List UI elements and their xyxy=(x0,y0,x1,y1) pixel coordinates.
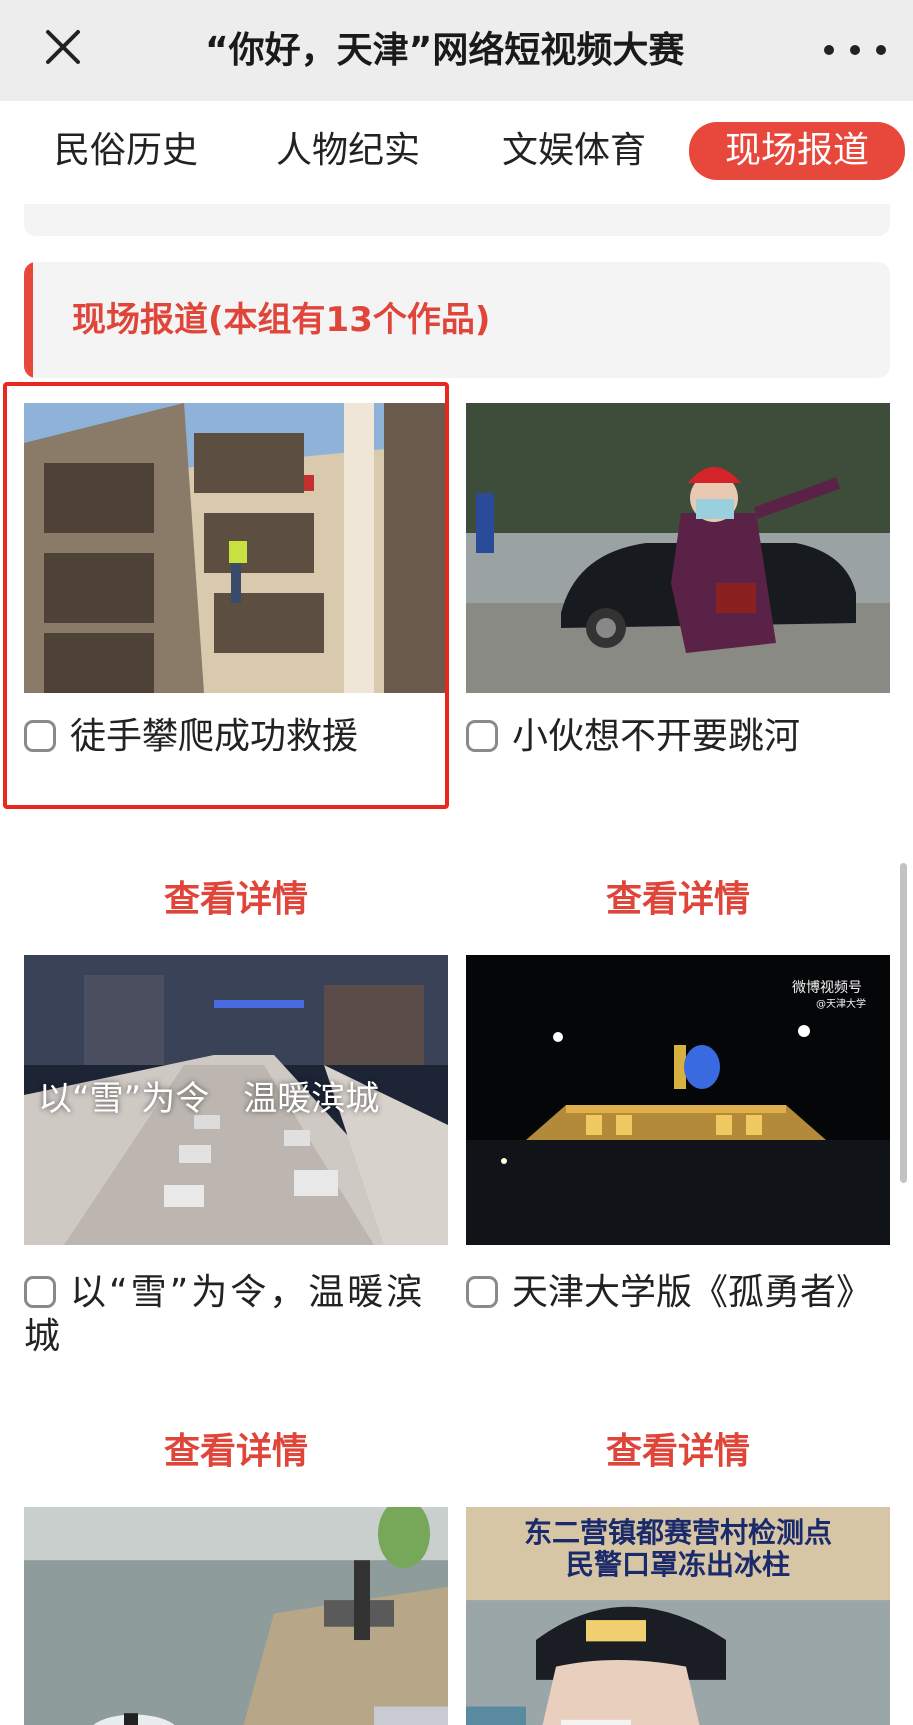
view-details-link[interactable]: 查看详情 xyxy=(466,870,890,922)
view-details-link[interactable]: 查看详情 xyxy=(24,1422,448,1474)
watermark-sub: @天津大学 xyxy=(816,999,866,1010)
video-title-text: 徒手攀爬成功救援 xyxy=(70,716,359,757)
video-title-text: 小伙想不开要跳河 xyxy=(512,716,801,757)
divider-band xyxy=(24,204,890,236)
video-title[interactable]: 小伙想不开要跳河 xyxy=(466,715,896,759)
tab-folk-history[interactable]: 民俗历史 xyxy=(54,123,198,179)
tab-entertainment-sports[interactable]: 文娱体育 xyxy=(502,123,646,179)
select-checkbox[interactable] xyxy=(24,1276,56,1308)
more-icon[interactable] xyxy=(824,40,886,60)
video-thumbnail[interactable] xyxy=(24,1507,448,1725)
close-icon[interactable] xyxy=(40,28,94,72)
video-title-text: 以“雪”为令，温暖滨城 xyxy=(24,1272,426,1357)
select-checkbox[interactable] xyxy=(466,720,498,752)
video-thumbnail[interactable] xyxy=(466,403,890,693)
video-title[interactable]: 天津大学版《孤勇者》 xyxy=(466,1271,896,1315)
more-dot xyxy=(824,45,834,55)
video-title-text: 天津大学版《孤勇者》 xyxy=(512,1272,873,1313)
video-thumbnail[interactable]: 微博视频号 @天津大学 xyxy=(466,955,890,1245)
section-accent-bar xyxy=(24,262,33,378)
video-thumbnail[interactable] xyxy=(24,403,448,693)
more-dot xyxy=(850,45,860,55)
scrollbar[interactable] xyxy=(900,863,907,1183)
watermark-logo: 微博视频号 xyxy=(792,980,862,996)
section-header: 现场报道(本组有13个作品) xyxy=(24,262,890,378)
thumbnail-overlay-text: 民警口罩冻出冰柱 xyxy=(565,1548,790,1581)
select-checkbox[interactable] xyxy=(466,1276,498,1308)
view-details-link[interactable]: 查看详情 xyxy=(466,1422,890,1474)
page-title: “你好，天津”网络短视频大赛 xyxy=(205,30,685,71)
tab-people-documentary[interactable]: 人物纪实 xyxy=(276,123,420,179)
video-thumbnail[interactable]: 东二营镇都赛营村检测点 民警口罩冻出冰柱 xyxy=(466,1507,890,1725)
select-checkbox[interactable] xyxy=(24,720,56,752)
view-details-link[interactable]: 查看详情 xyxy=(24,870,448,922)
video-title[interactable]: 以“雪”为令，温暖滨城 xyxy=(24,1271,454,1359)
tab-live-report[interactable]: 现场报道 xyxy=(689,122,906,180)
section-title: 现场报道(本组有13个作品) xyxy=(72,300,491,340)
video-title[interactable]: 徒手攀爬成功救援 xyxy=(24,715,454,759)
top-bar: “你好，天津”网络短视频大赛 xyxy=(0,0,913,101)
video-thumbnail[interactable]: 以“雪”为令 温暖滨城 xyxy=(24,955,448,1245)
thumbnail-overlay-text: 以“雪”为令 温暖滨城 xyxy=(38,1079,380,1119)
category-tabs: 民俗历史 人物纪实 文娱体育 现场报道 xyxy=(0,101,913,201)
more-dot xyxy=(876,45,886,55)
